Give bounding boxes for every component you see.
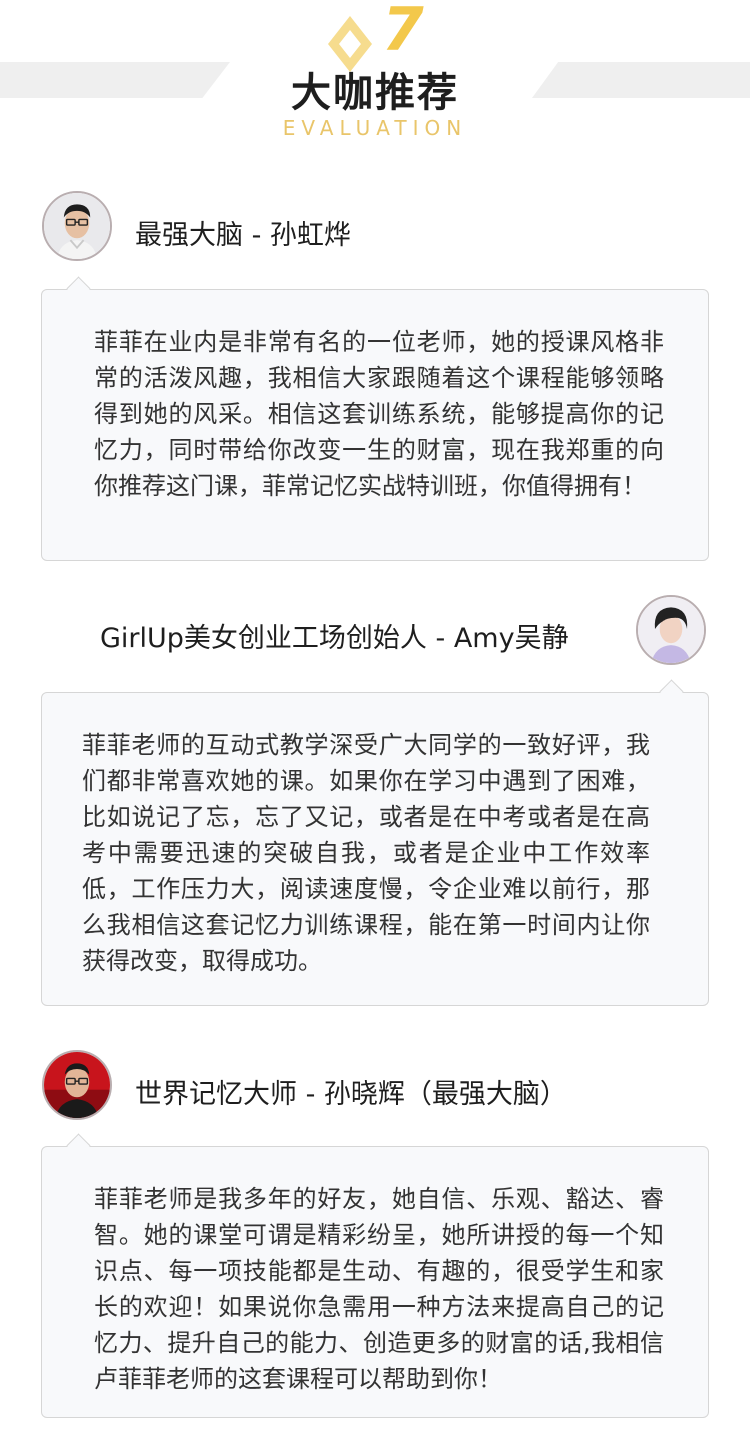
review-card: 菲菲老师的互动式教学深受广大同学的一致好评，我们都非常喜欢她的课。如果你在学习中…	[41, 692, 709, 1006]
person-portrait-icon	[638, 597, 704, 663]
section-title: 大咖推荐	[291, 70, 459, 116]
reviewer-name: GirlUp美女创业工场创始人 - Amy吴静	[100, 623, 569, 654]
review-text: 菲菲老师是我多年的好友，她自信、乐观、豁达、睿智。她的课堂可谓是精彩纷呈，她所讲…	[94, 1185, 664, 1393]
reviewer-avatar	[42, 1050, 112, 1120]
section-number-badge: 7	[382, 0, 424, 65]
reviewer-name: 世界记忆大师 - 孙晓辉（最强大脑）	[135, 1079, 567, 1110]
reviewer-name: 最强大脑 - 孙虹烨	[135, 220, 351, 251]
section-subtitle: EVALUATION	[282, 116, 468, 140]
reviewer-avatar	[42, 191, 112, 261]
section-header: 7 大咖推荐 EVALUATION	[0, 0, 750, 160]
person-portrait-icon	[44, 193, 110, 259]
review-text: 菲菲在业内是非常有名的一位老师，她的授课风格非常的活泼风趣，我相信大家跟随着这个…	[94, 328, 664, 500]
review-card: 菲菲在业内是非常有名的一位老师，她的授课风格非常的活泼风趣，我相信大家跟随着这个…	[41, 289, 709, 561]
reviewer-avatar	[636, 595, 706, 665]
person-portrait-icon	[44, 1052, 110, 1118]
review-text: 菲菲老师的互动式教学深受广大同学的一致好评，我们都非常喜欢她的课。如果你在学习中…	[82, 731, 650, 975]
review-card: 菲菲老师是我多年的好友，她自信、乐观、豁达、睿智。她的课堂可谓是精彩纷呈，她所讲…	[41, 1146, 709, 1418]
